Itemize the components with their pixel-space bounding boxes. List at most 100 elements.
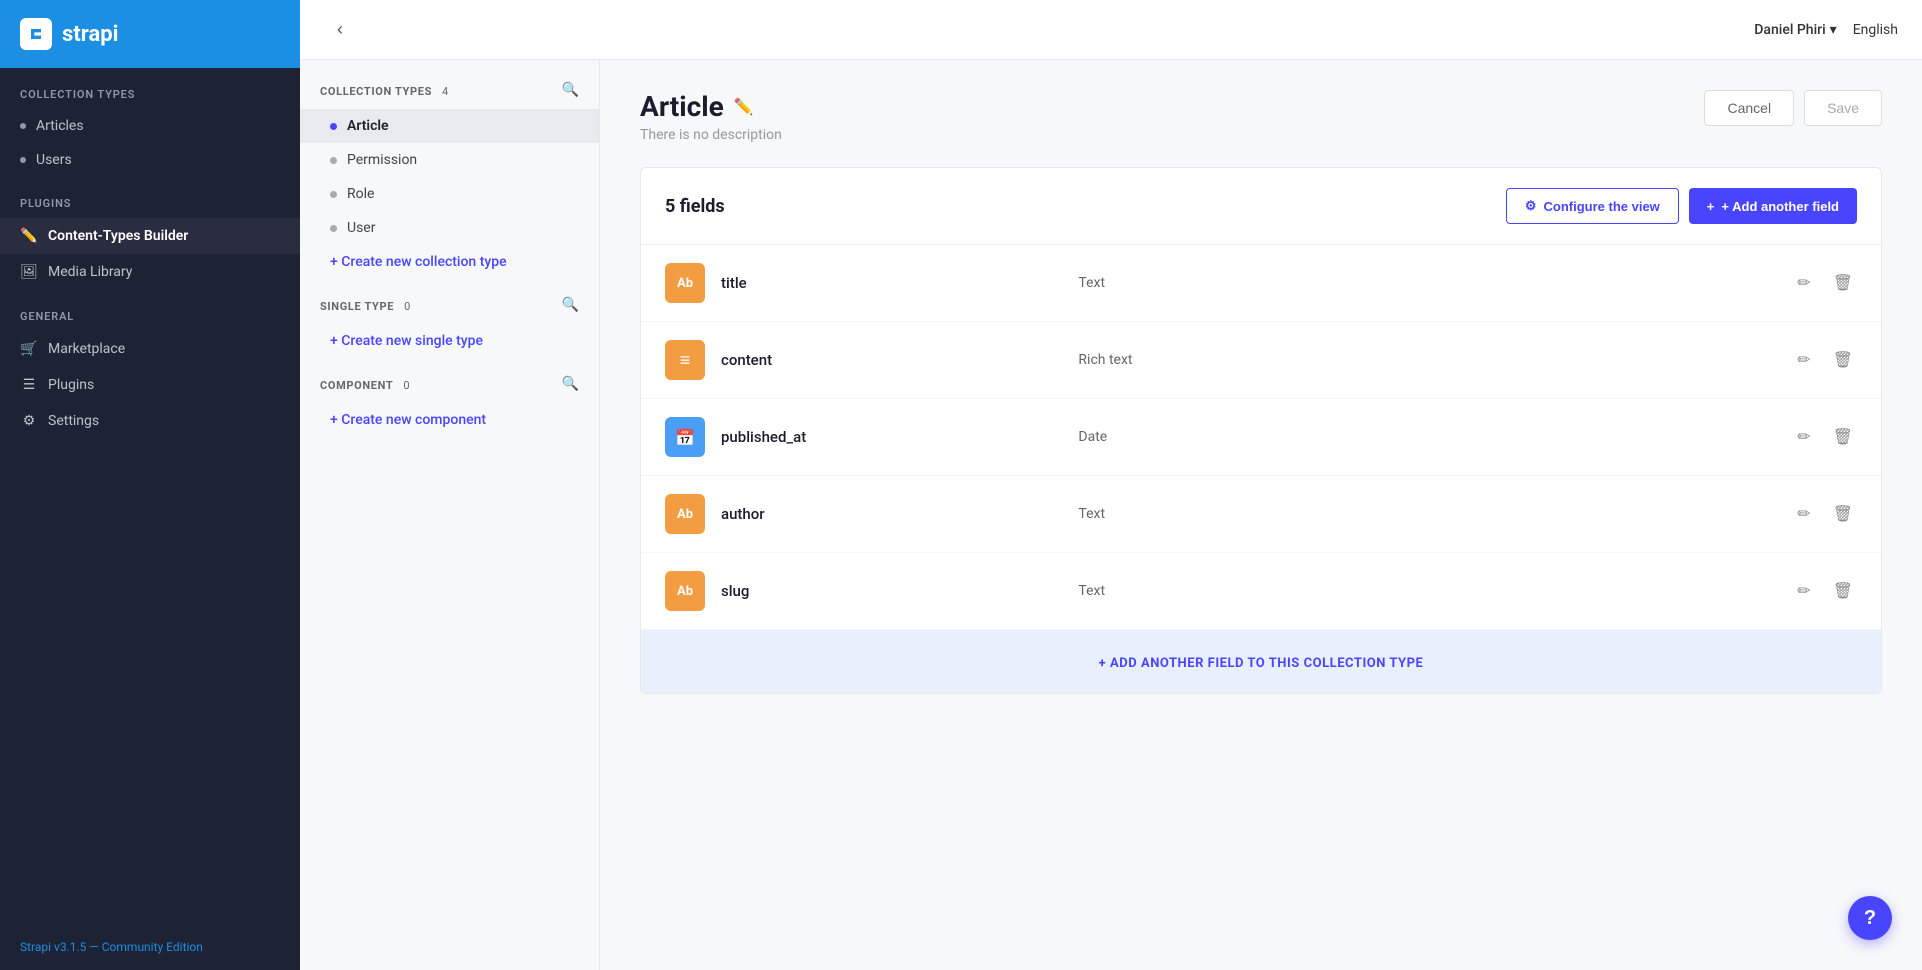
fields-count: 5 fields: [665, 196, 725, 217]
field-type: Text: [1078, 275, 1793, 291]
store-icon: 🛒: [20, 340, 38, 358]
configure-view-button[interactable]: ⚙ Configure the view: [1506, 188, 1679, 224]
sidebar-item-media-library[interactable]: 🖼 Media Library: [0, 254, 300, 290]
sidebar-item-marketplace[interactable]: 🛒 Marketplace: [0, 331, 300, 367]
panel-component-title: COMPONENT 0: [320, 374, 410, 393]
edit-field-button[interactable]: ✏: [1793, 346, 1814, 374]
sidebar-item-label: Articles: [36, 118, 84, 134]
panel-collection-types-header: COLLECTION TYPES 4 🔍: [300, 80, 599, 109]
sidebar-footer: Strapi v3.1.5 — Community Edition: [0, 924, 300, 970]
user-menu[interactable]: Daniel Phiri ▾: [1754, 22, 1836, 38]
edit-field-button[interactable]: ✏: [1793, 577, 1814, 605]
back-button[interactable]: ‹: [324, 14, 356, 46]
edit-field-button[interactable]: ✏: [1793, 500, 1814, 528]
sidebar-item-users[interactable]: Users: [0, 143, 300, 177]
create-component-label: + Create new component: [330, 412, 486, 428]
panel-item-article[interactable]: Article: [300, 109, 599, 143]
dot-icon: [330, 123, 337, 130]
field-type: Date: [1078, 429, 1793, 445]
sidebar-section-general: GENERAL 🛒 Marketplace ☰ Plugins ⚙ Settin…: [0, 290, 300, 439]
header-actions: Cancel Save: [1704, 90, 1882, 126]
field-type: Rich text: [1078, 352, 1793, 368]
add-field-label: + Add another field: [1721, 199, 1839, 214]
sidebar-item-label: Settings: [48, 413, 99, 429]
panel-item-permission[interactable]: Permission: [300, 143, 599, 177]
search-icon[interactable]: 🔍: [562, 82, 579, 98]
panel-component-header: COMPONENT 0 🔍: [300, 374, 599, 403]
content-description: There is no description: [640, 127, 782, 143]
pencil-icon: ✏️: [20, 227, 38, 245]
search-icon[interactable]: 🔍: [562, 297, 579, 313]
panel-single-type-header: SINGLE TYPE 0 🔍: [300, 295, 599, 324]
sidebar-section-title-collection: COLLECTION TYPES: [0, 68, 300, 109]
field-type-icon: ≡: [665, 340, 705, 380]
panel-item-label: Article: [347, 118, 389, 134]
fields-actions: ⚙ Configure the view + + Add another fie…: [1506, 188, 1857, 224]
panel-collection-types-title: COLLECTION TYPES 4: [320, 80, 448, 99]
topbar-right: Daniel Phiri ▾ English: [1754, 22, 1898, 38]
delete-field-button[interactable]: 🗑: [1829, 346, 1857, 374]
topbar-left: ‹: [324, 14, 356, 46]
help-button[interactable]: ?: [1848, 896, 1892, 940]
fields-card-header: 5 fields ⚙ Configure the view + + Add an…: [641, 168, 1881, 245]
sidebar-section-title-general: GENERAL: [0, 290, 300, 331]
gear-icon: ⚙: [20, 412, 38, 430]
create-collection-link[interactable]: + Create new collection type: [300, 245, 599, 279]
user-name-label: Daniel Phiri: [1754, 22, 1825, 38]
sidebar-item-articles[interactable]: Articles: [0, 109, 300, 143]
create-single-label: + Create new single type: [330, 333, 483, 349]
article-title: Article: [640, 90, 724, 123]
sidebar-item-label: Marketplace: [48, 341, 125, 357]
panel-item-user[interactable]: User: [300, 211, 599, 245]
delete-field-button[interactable]: 🗑: [1829, 577, 1857, 605]
field-actions: ✏ 🗑: [1793, 269, 1857, 297]
sidebar-section-collection-types: COLLECTION TYPES Articles Users: [0, 68, 300, 177]
field-actions: ✏ 🗑: [1793, 423, 1857, 451]
create-single-link[interactable]: + Create new single type: [300, 324, 599, 358]
field-row: Ab title Text ✏ 🗑: [641, 245, 1881, 322]
save-button[interactable]: Save: [1804, 90, 1882, 126]
field-name: title: [721, 274, 1078, 292]
sidebar-item-settings[interactable]: ⚙ Settings: [0, 403, 300, 439]
panel-item-label: Permission: [347, 152, 417, 168]
sidebar-item-content-types-builder[interactable]: ✏️ Content-Types Builder: [0, 218, 300, 254]
dot-icon: [330, 225, 337, 232]
dot-icon: [330, 191, 337, 198]
sidebar-logo-text: strapi: [62, 22, 118, 47]
delete-field-button[interactable]: 🗑: [1829, 500, 1857, 528]
content-wrapper: COLLECTION TYPES 4 🔍 Article Permission …: [300, 60, 1922, 970]
dot-icon: [20, 123, 26, 129]
field-type-icon: Ab: [665, 571, 705, 611]
create-collection-label: + Create new collection type: [330, 254, 507, 270]
delete-field-button[interactable]: 🗑: [1829, 423, 1857, 451]
panel-item-role[interactable]: Role: [300, 177, 599, 211]
search-icon[interactable]: 🔍: [562, 376, 579, 392]
sidebar-item-label: Content-Types Builder: [48, 228, 188, 244]
sliders-icon: ⚙: [1525, 198, 1537, 214]
add-field-button[interactable]: + + Add another field: [1689, 188, 1857, 224]
field-type-icon: Ab: [665, 494, 705, 534]
strapi-logo-icon: [20, 18, 52, 50]
sidebar: strapi COLLECTION TYPES Articles Users P…: [0, 0, 300, 970]
language-label: English: [1853, 22, 1898, 38]
middle-panel: COLLECTION TYPES 4 🔍 Article Permission …: [300, 60, 600, 970]
list-icon: ☰: [20, 376, 38, 394]
delete-field-button[interactable]: 🗑: [1829, 269, 1857, 297]
dot-icon: [330, 157, 337, 164]
fields-card: 5 fields ⚙ Configure the view + + Add an…: [640, 167, 1882, 694]
edit-title-icon[interactable]: ✏️: [734, 97, 754, 116]
sidebar-item-label: Media Library: [48, 264, 132, 280]
sidebar-item-plugins[interactable]: ☰ Plugins: [0, 367, 300, 403]
field-name: content: [721, 351, 1078, 369]
field-row: Ab slug Text ✏ 🗑: [641, 553, 1881, 630]
edit-field-button[interactable]: ✏: [1793, 423, 1814, 451]
add-field-footer-label: + ADD ANOTHER FIELD TO THIS COLLECTION T…: [1099, 656, 1424, 671]
image-icon: 🖼: [20, 263, 38, 281]
cancel-button[interactable]: Cancel: [1704, 90, 1794, 126]
configure-view-label: Configure the view: [1544, 199, 1660, 214]
add-field-footer[interactable]: + ADD ANOTHER FIELD TO THIS COLLECTION T…: [641, 630, 1881, 693]
field-actions: ✏ 🗑: [1793, 346, 1857, 374]
create-component-link[interactable]: + Create new component: [300, 403, 599, 437]
main-content: Article ✏️ There is no description Cance…: [600, 60, 1922, 970]
edit-field-button[interactable]: ✏: [1793, 269, 1814, 297]
